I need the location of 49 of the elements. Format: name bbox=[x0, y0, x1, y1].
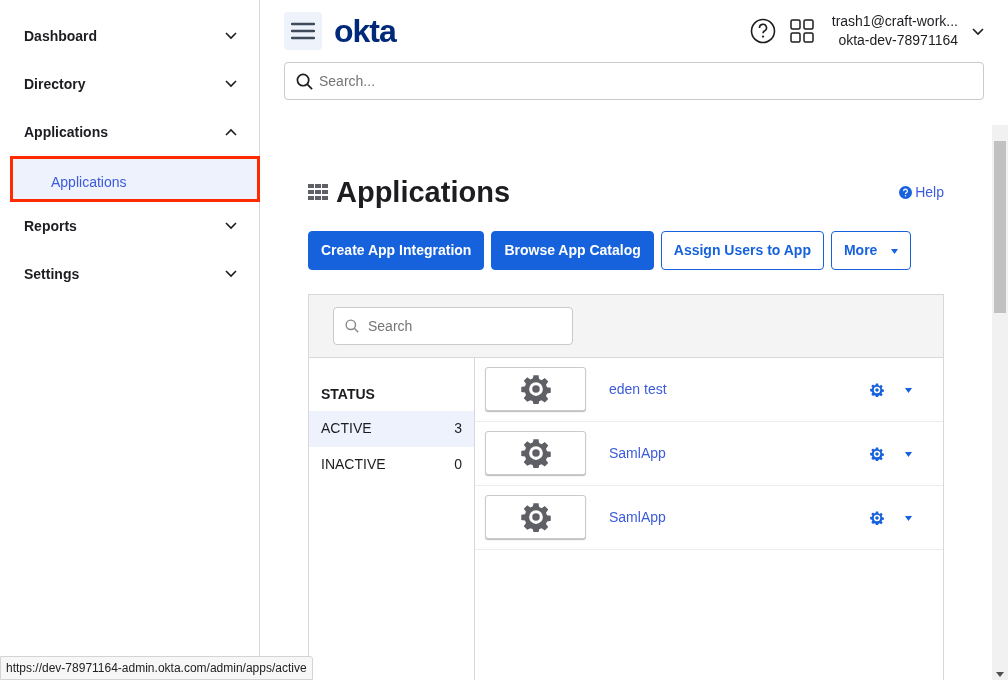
grid-icon bbox=[308, 184, 329, 201]
gear-icon[interactable] bbox=[870, 511, 884, 526]
logo: okta bbox=[334, 12, 396, 51]
scroll-down-arrow-icon[interactable] bbox=[996, 671, 1004, 677]
sidebar-item[interactable]: Directory bbox=[0, 60, 259, 108]
chevron-up-icon bbox=[225, 128, 237, 136]
gear-icon bbox=[520, 374, 551, 405]
app-name-link[interactable]: SamlApp bbox=[609, 506, 870, 528]
app-name-link[interactable]: eden test bbox=[609, 378, 870, 400]
help-icon bbox=[898, 185, 912, 199]
scrollbar-thumb[interactable] bbox=[994, 141, 1006, 313]
org-name: okta-dev-78971164 bbox=[837, 31, 958, 50]
action-button[interactable]: Create App Integration bbox=[308, 230, 485, 270]
more-dropdown[interactable]: More bbox=[830, 230, 912, 270]
scrollbar[interactable] bbox=[992, 125, 1008, 680]
menu-button[interactable] bbox=[284, 12, 322, 50]
gear-icon bbox=[520, 502, 551, 533]
sidebar-item[interactable]: Settings bbox=[0, 250, 259, 298]
user-email: trash1@craft-work... bbox=[831, 12, 958, 31]
gear-icon[interactable] bbox=[870, 383, 884, 398]
search-field[interactable]: Search bbox=[333, 306, 573, 345]
help-link[interactable]: Help bbox=[898, 181, 944, 203]
grid-icon[interactable] bbox=[789, 19, 814, 43]
caret-icon[interactable] bbox=[905, 387, 912, 393]
sidebar-item[interactable]: Applications bbox=[0, 108, 259, 156]
chevron-down-icon bbox=[225, 32, 237, 40]
gear-icon[interactable] bbox=[870, 447, 884, 462]
status-filter[interactable]: ACTIVE 3 bbox=[309, 410, 474, 447]
action-button[interactable]: Browse App Catalog bbox=[491, 230, 654, 270]
gear-icon bbox=[520, 438, 551, 469]
sidebar-item[interactable]: Dashboard bbox=[0, 12, 259, 60]
sidebar-subitem[interactable]: Applications bbox=[10, 156, 260, 202]
menu-icon bbox=[291, 22, 315, 40]
sidebar-item[interactable]: Reports bbox=[0, 202, 259, 250]
filter-heading: STATUS bbox=[320, 384, 376, 404]
page-title: Applications bbox=[336, 175, 510, 210]
search-field[interactable]: Search... bbox=[284, 62, 984, 100]
caret-icon bbox=[891, 248, 899, 254]
help-icon[interactable] bbox=[749, 18, 776, 44]
caret-icon[interactable] bbox=[905, 515, 912, 521]
status-url: https://dev-78971164-admin.okta.com/admin/apps/active bbox=[0, 656, 313, 680]
action-button[interactable]: Assign Users to App bbox=[660, 230, 824, 270]
chevron-down-icon bbox=[225, 270, 237, 278]
chevron-down-icon bbox=[225, 222, 237, 230]
app-name-link[interactable]: SamlApp bbox=[609, 442, 870, 464]
caret-icon[interactable] bbox=[905, 451, 912, 457]
chevron-down-icon bbox=[972, 27, 984, 36]
chevron-down-icon bbox=[225, 80, 237, 88]
status-filter[interactable]: INACTIVE 0 bbox=[309, 446, 474, 483]
